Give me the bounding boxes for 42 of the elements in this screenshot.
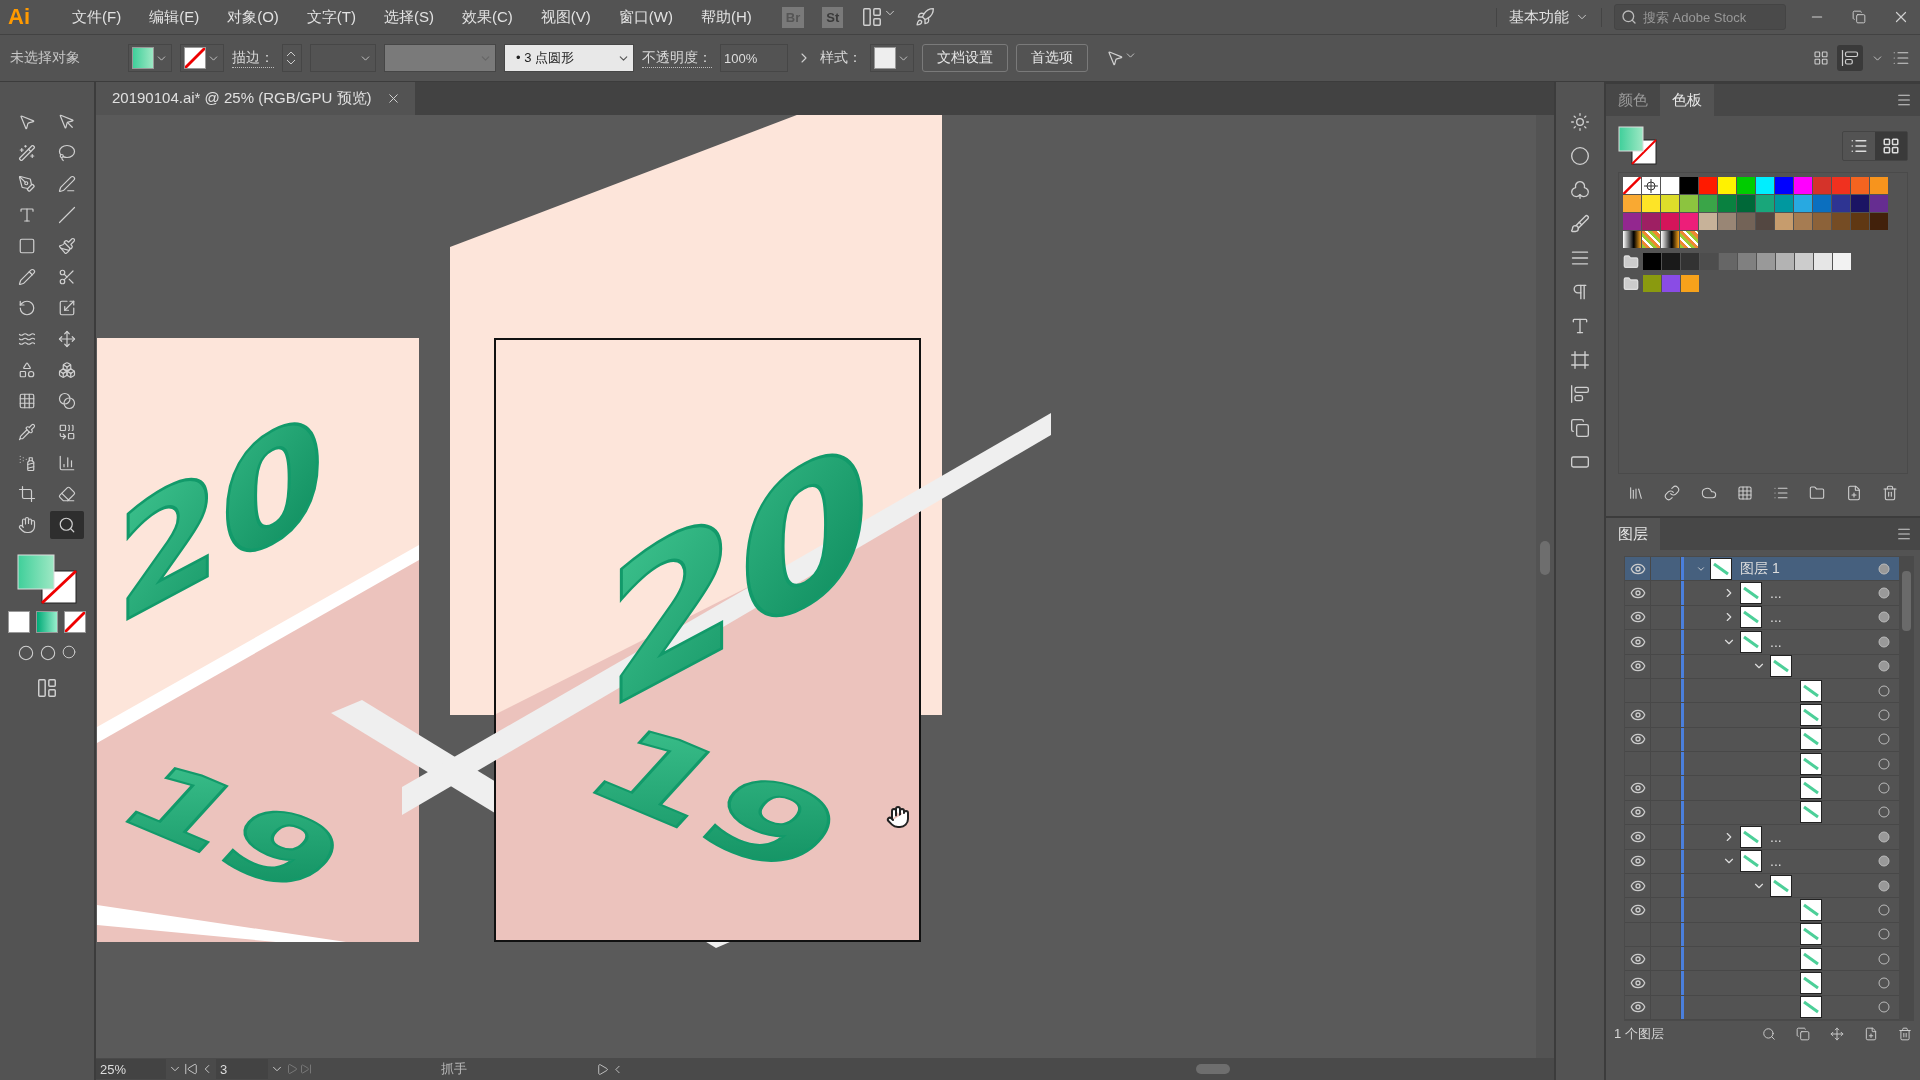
zoom-field[interactable]: 25% bbox=[96, 1059, 166, 1079]
status-tool-label: 抓手 bbox=[440, 1060, 468, 1078]
menu-item[interactable]: 视图(V) bbox=[528, 7, 603, 27]
workspace-switcher[interactable]: 基本功能 bbox=[1509, 7, 1569, 27]
document-tab[interactable]: 20190104.ai* @ 25% (RGB/GPU 预览) bbox=[96, 82, 415, 115]
menu-item[interactable]: 文件(F) bbox=[60, 7, 134, 27]
panel-tab[interactable]: 颜色 bbox=[1606, 84, 1660, 116]
layer-name[interactable]: 图层 1 bbox=[1740, 559, 1780, 578]
layer-row[interactable]: 图层 1 bbox=[1625, 557, 1899, 582]
search-field[interactable]: 搜索 Adobe Stock bbox=[1614, 4, 1786, 30]
toolbar-button[interactable]: 文档设置 bbox=[922, 44, 1008, 72]
layer-name[interactable]: ... bbox=[1770, 585, 1782, 602]
menu-item[interactable]: 对象(O) bbox=[215, 7, 291, 27]
artwork-number: 19 bbox=[96, 743, 371, 916]
layer-row[interactable]: ... bbox=[1625, 630, 1899, 655]
toolbar-button[interactable]: 首选项 bbox=[1016, 44, 1088, 72]
menu-item[interactable]: 帮助(H) bbox=[688, 7, 764, 27]
artboard-field[interactable]: 3 bbox=[216, 1059, 268, 1079]
layer-row[interactable]: ... bbox=[1625, 825, 1899, 850]
layer-name[interactable]: ... bbox=[1770, 828, 1782, 845]
opacity-label[interactable]: 不透明度： bbox=[642, 48, 712, 68]
menu-item[interactable]: 文字(T) bbox=[294, 7, 368, 27]
artwork-number: 20 bbox=[116, 374, 325, 661]
menu-item[interactable]: 选择(S) bbox=[372, 7, 446, 27]
layer-count: 1 个图层 bbox=[1614, 1025, 1665, 1043]
artwork-number: 19 bbox=[557, 703, 873, 900]
menu-item[interactable]: 窗口(W) bbox=[606, 7, 685, 27]
opacity-field[interactable]: 100% bbox=[720, 44, 788, 72]
stroke-label[interactable]: 描边： bbox=[232, 48, 274, 68]
layer-name[interactable]: ... bbox=[1770, 853, 1782, 870]
menu-item[interactable]: 编辑(E) bbox=[137, 7, 212, 27]
panel-tab[interactable]: 色板 bbox=[1660, 84, 1714, 116]
selection-status: 未选择对象 bbox=[10, 49, 81, 67]
panel-tab[interactable]: 图层 bbox=[1606, 518, 1660, 550]
style-label: 样式： bbox=[820, 49, 862, 67]
menu-item[interactable]: 效果(C) bbox=[450, 7, 525, 27]
app-logo: Ai bbox=[8, 4, 31, 30]
layer-row[interactable]: ... bbox=[1625, 849, 1899, 874]
layer-name[interactable]: ... bbox=[1770, 633, 1782, 650]
layer-row[interactable]: ... bbox=[1625, 581, 1899, 606]
layer-row[interactable]: ... bbox=[1625, 605, 1899, 631]
layer-name[interactable]: ... bbox=[1770, 609, 1782, 626]
